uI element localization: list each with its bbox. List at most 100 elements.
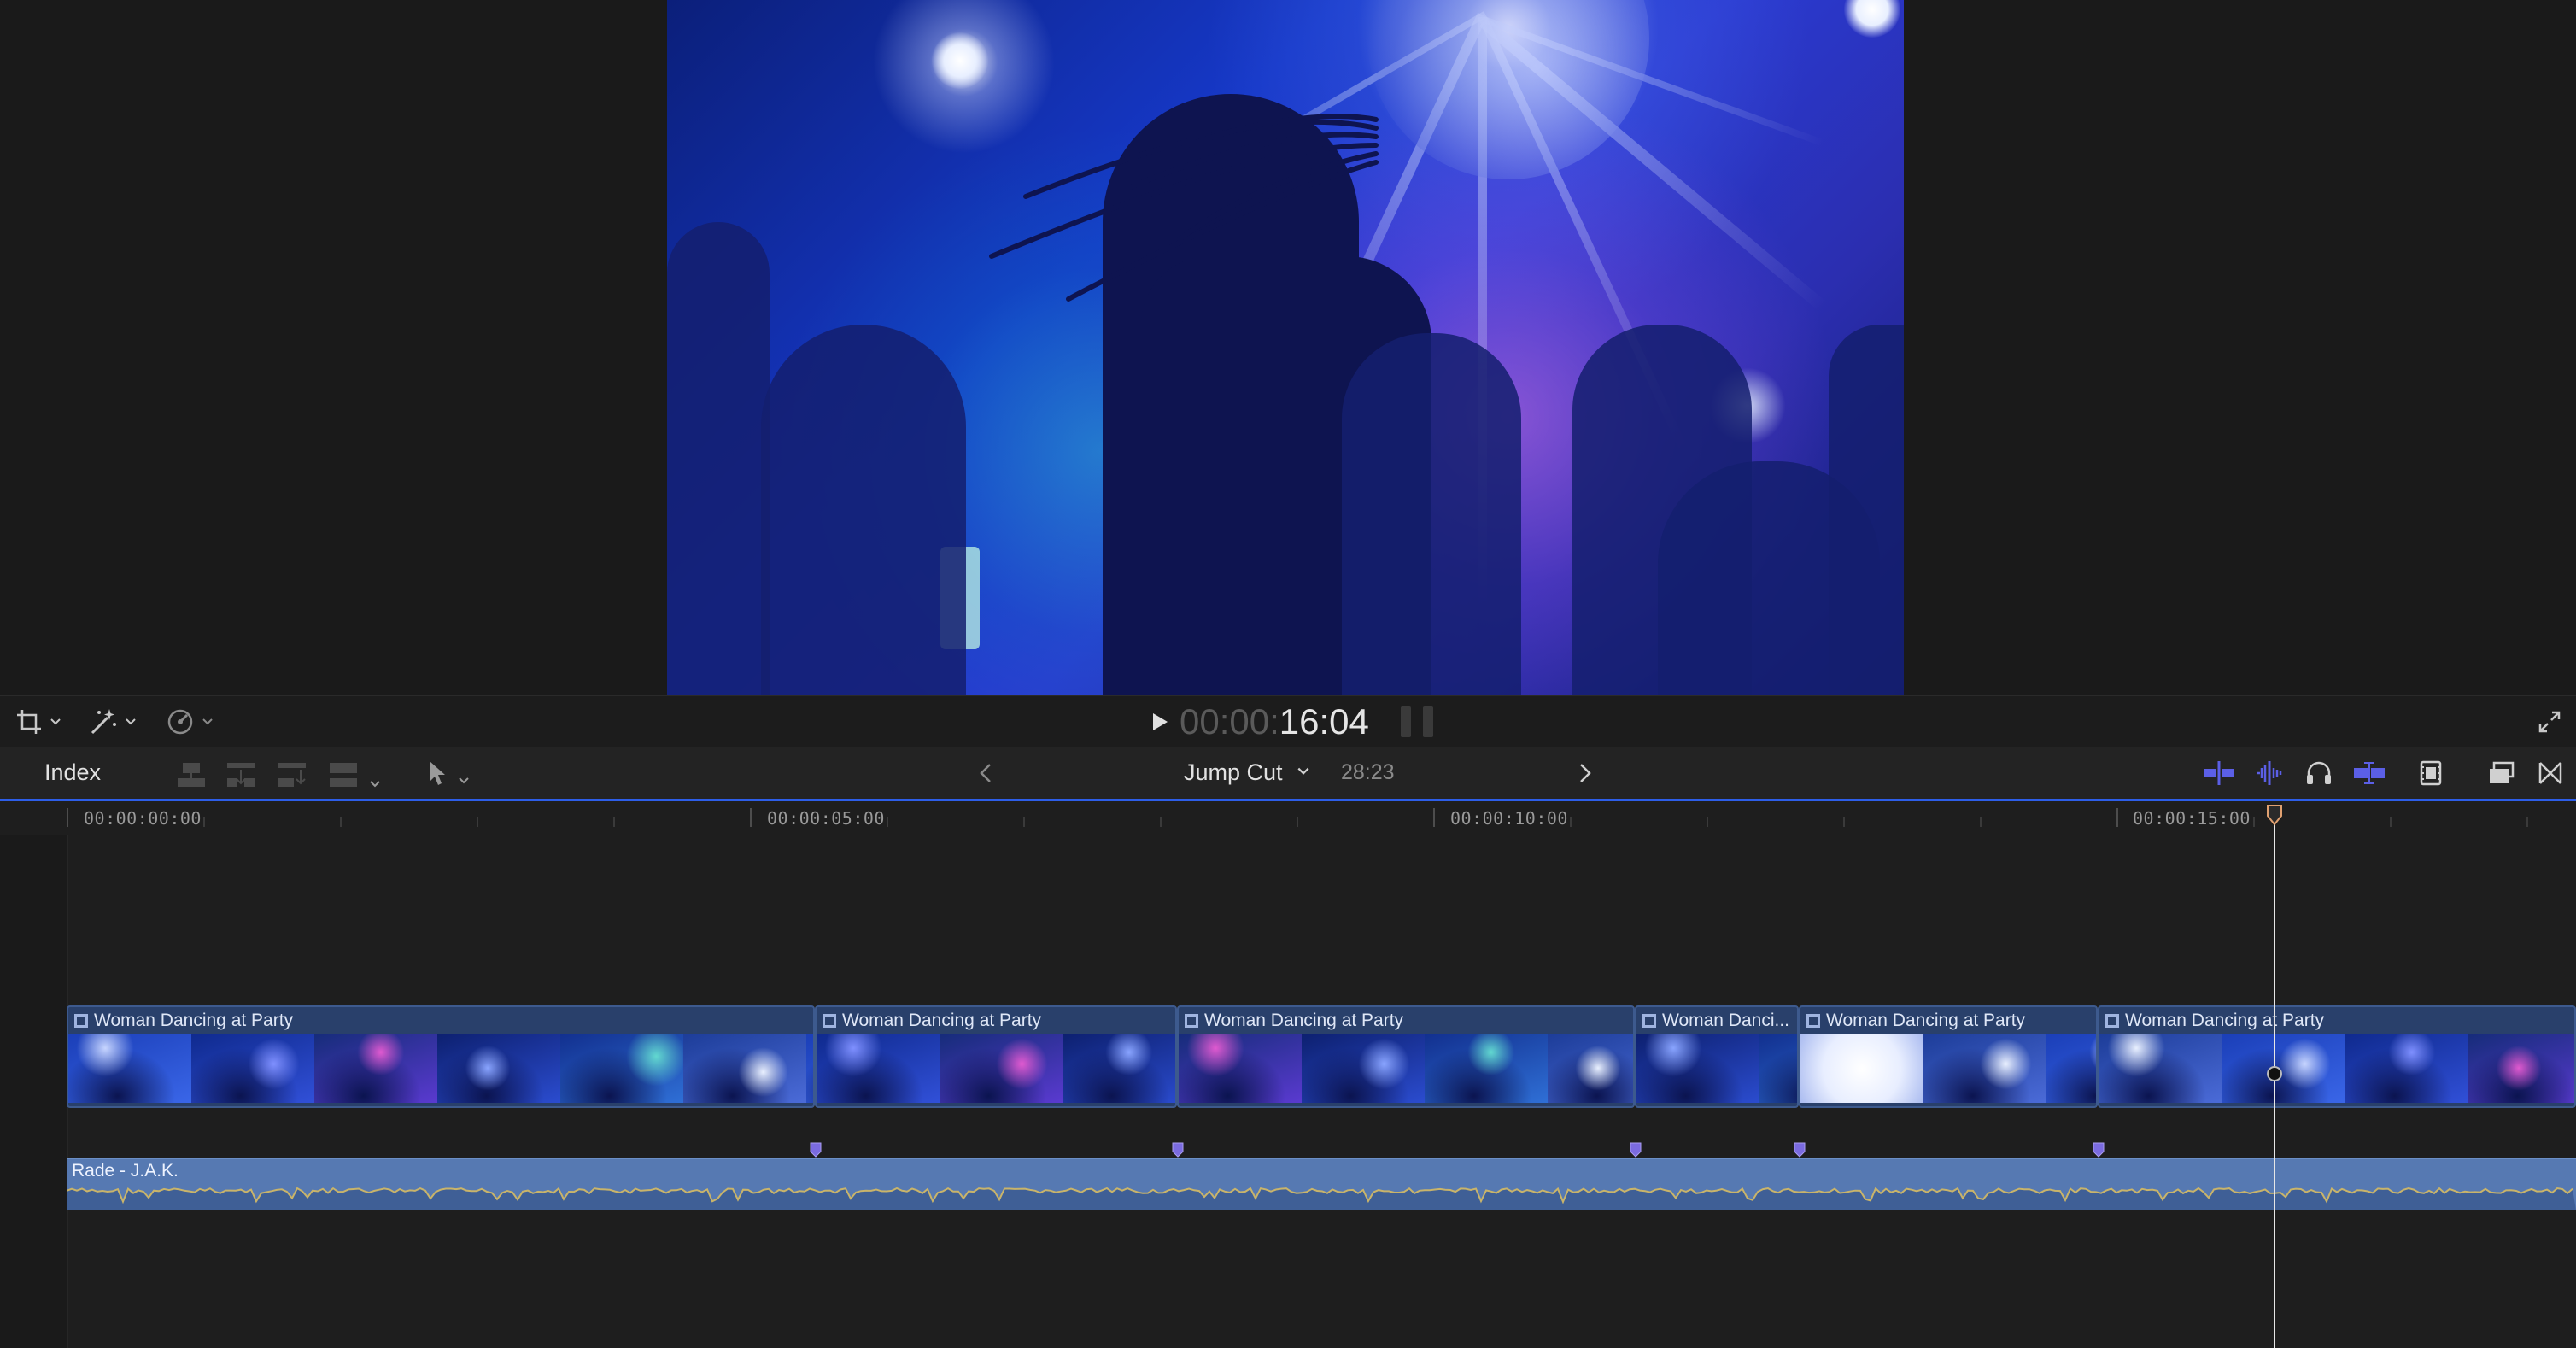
audio-skimming-icon[interactable] — [2253, 759, 2287, 787]
clip-thumbnail — [1923, 1034, 2046, 1103]
video-clip[interactable]: Woman Danci... — [1635, 1005, 1799, 1108]
ruler-tick — [1843, 817, 1845, 827]
tool-selector-menu[interactable] — [427, 759, 470, 791]
viewer-control-bar: 00:00: 16:04 — [0, 695, 2576, 749]
speed-gauge-icon — [167, 709, 193, 735]
clip-thumbnail — [1425, 1034, 1548, 1103]
fullscreen-icon — [2538, 711, 2561, 733]
video-clip[interactable]: Woman Dancing at Party — [67, 1005, 815, 1108]
history-back-icon[interactable] — [977, 761, 994, 785]
clip-thumbnail — [2468, 1034, 2574, 1103]
audio-clip[interactable]: Rade - J.A.K. — [67, 1158, 2576, 1210]
clip-filmstrip — [68, 1034, 813, 1103]
ruler-tick — [2526, 817, 2528, 827]
connect-clip-button[interactable] — [176, 759, 207, 794]
timecode-display[interactable]: 00:00: 16:04 — [1149, 701, 1369, 742]
viewer — [0, 0, 2576, 695]
insert-clip-button[interactable] — [225, 759, 256, 794]
clip-thumbnail — [2046, 1034, 2096, 1103]
clip-thumbnail — [314, 1034, 437, 1103]
history-forward-icon[interactable] — [1577, 761, 1594, 785]
marker-icon[interactable] — [1629, 1142, 1642, 1158]
retime-menu[interactable] — [166, 708, 214, 736]
audio-meter-icon — [1401, 706, 1437, 737]
append-clip-icon — [278, 763, 306, 787]
clip-thumbnail — [683, 1034, 806, 1103]
ruler-label: 00:00:15:00 — [2133, 808, 2251, 829]
ruler-tick — [1297, 817, 1298, 827]
clip-thumbnail — [806, 1034, 813, 1103]
marker-icon[interactable] — [1171, 1142, 1185, 1158]
clip-filmstrip — [1636, 1034, 1797, 1103]
clip-thumbnail — [191, 1034, 314, 1103]
clip-icon — [1642, 1014, 1656, 1028]
ruler-tick — [1570, 817, 1572, 827]
arrow-pointer-icon — [430, 761, 445, 785]
fullscreen-button[interactable] — [2537, 708, 2562, 736]
marker-icon[interactable] — [809, 1142, 823, 1158]
clip-thumbnail — [1548, 1034, 1633, 1103]
filmstrip-icon[interactable] — [2417, 759, 2444, 787]
clip-title: Woman Dancing at Party — [842, 1011, 1042, 1030]
ruler-tick — [1433, 808, 1435, 827]
crop-icon — [17, 710, 41, 734]
audio-waveform — [67, 1187, 2576, 1210]
clip-icon — [2105, 1014, 2119, 1028]
clip-title: Woman Dancing at Party — [1826, 1011, 2026, 1030]
ruler-tick — [1023, 817, 1025, 827]
skimming-icon[interactable] — [2202, 759, 2236, 787]
chevron-down-icon — [126, 718, 136, 725]
insert-clip-icon — [227, 763, 255, 787]
clip-icon — [1806, 1014, 1820, 1028]
clip-thumbnail — [2099, 1034, 2222, 1103]
transitions-icon[interactable] — [2537, 759, 2564, 787]
index-button[interactable]: Index — [44, 759, 101, 786]
ruler-tick — [1980, 817, 1982, 827]
ruler-tick — [613, 817, 615, 827]
playhead-handle-icon[interactable] — [2265, 804, 2284, 826]
headphones-icon[interactable] — [2304, 759, 2333, 787]
clip-thumbnail — [940, 1034, 1063, 1103]
timeline-gutter — [0, 835, 68, 1348]
clip-thumbnail — [1179, 1034, 1302, 1103]
snapping-icon[interactable] — [2352, 759, 2386, 787]
magic-wand-icon — [91, 709, 116, 735]
clip-thumbnail — [1759, 1034, 1797, 1103]
video-clip[interactable]: Woman Dancing at Party — [1799, 1005, 2098, 1108]
clip-icon — [74, 1014, 88, 1028]
marker-icon[interactable] — [1793, 1142, 1806, 1158]
ruler-tick — [2390, 817, 2392, 827]
clip-thumbnail — [1063, 1034, 1175, 1103]
clip-icon — [1185, 1014, 1198, 1028]
clip-title: Woman Dancing at Party — [1204, 1011, 1404, 1030]
timecode-seconds-frames: 16:04 — [1279, 701, 1369, 741]
audio-clip-title: Rade - J.A.K. — [72, 1161, 179, 1181]
clip-title: Woman Dancing at Party — [2125, 1011, 2325, 1030]
video-clip[interactable]: Woman Dancing at Party — [1177, 1005, 1635, 1108]
ruler-label: 00:00:10:00 — [1450, 808, 1568, 829]
ruler-tick — [1707, 817, 1708, 827]
timeline-ruler[interactable]: 00:00:00:00 00:00:05:00 00:00:10:00 00:0… — [0, 801, 2576, 835]
clip-thumbnail — [2222, 1034, 2345, 1103]
clip-thumbnail — [1800, 1034, 1923, 1103]
marker-icon[interactable] — [2092, 1142, 2105, 1158]
transform-tools-menu[interactable] — [15, 708, 61, 736]
timecode-hours-minutes: 00:00: — [1180, 701, 1279, 741]
append-clip-button[interactable] — [277, 759, 307, 794]
ruler-tick — [203, 817, 205, 827]
project-name[interactable]: Jump Cut — [1184, 759, 1283, 786]
chevron-down-icon — [202, 718, 213, 725]
ruler-tick — [340, 817, 342, 827]
effects-browser-icon[interactable] — [2487, 759, 2516, 787]
chevron-down-icon[interactable] — [1297, 765, 1310, 778]
clip-thumbnail — [437, 1034, 560, 1103]
enhancements-menu[interactable] — [89, 708, 137, 736]
clip-filmstrip — [2099, 1034, 2574, 1103]
video-frame[interactable] — [667, 0, 1904, 695]
ruler-tick — [1160, 817, 1162, 827]
play-icon[interactable] — [1149, 711, 1171, 733]
video-clip[interactable]: Woman Dancing at Party — [815, 1005, 1177, 1108]
video-clip[interactable]: Woman Dancing at Party — [2098, 1005, 2576, 1108]
overwrite-clip-menu[interactable] — [328, 759, 381, 794]
ruler-tick — [887, 817, 888, 827]
